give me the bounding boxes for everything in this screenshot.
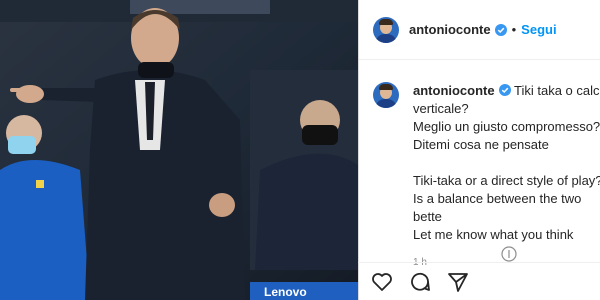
caption-username[interactable]: antonioconte xyxy=(413,83,495,98)
post-sidebar: antonioconte • Segui antonioconte Tiki t… xyxy=(358,0,600,300)
post-header: antonioconte • Segui xyxy=(359,0,600,60)
caption-line: Meglio un giusto compromesso? xyxy=(413,119,600,134)
avatar[interactable] xyxy=(373,16,399,43)
caption-text: antonioconte Tiki taka o calcio vertical… xyxy=(413,82,600,272)
caption-avatar[interactable] xyxy=(373,82,399,108)
banner-text: Lenovo xyxy=(264,285,307,299)
action-bar xyxy=(358,262,600,300)
comment-icon[interactable] xyxy=(408,270,432,294)
username[interactable]: antonioconte xyxy=(409,22,491,37)
caption-line: Tiki taka o calcio xyxy=(514,83,600,98)
caption-line: Tiki-taka or a direct style of play? xyxy=(413,173,600,188)
post-photo: Lenovo xyxy=(0,0,358,300)
verified-badge-icon xyxy=(498,84,511,96)
heart-icon[interactable] xyxy=(370,270,394,294)
separator-dot: • xyxy=(511,22,517,37)
follow-button[interactable]: Segui xyxy=(521,22,556,37)
caption-line: Let me know what you think xyxy=(413,227,574,242)
share-icon[interactable] xyxy=(446,270,470,294)
caption-line: verticale? xyxy=(413,101,469,116)
post-image: Lenovo xyxy=(0,0,358,300)
caption-line: Is a balance between the two bette xyxy=(413,191,586,224)
verified-badge-icon xyxy=(494,23,507,36)
more-icon[interactable] xyxy=(501,246,517,262)
caption-line: Ditemi cosa ne pensate xyxy=(413,137,549,152)
